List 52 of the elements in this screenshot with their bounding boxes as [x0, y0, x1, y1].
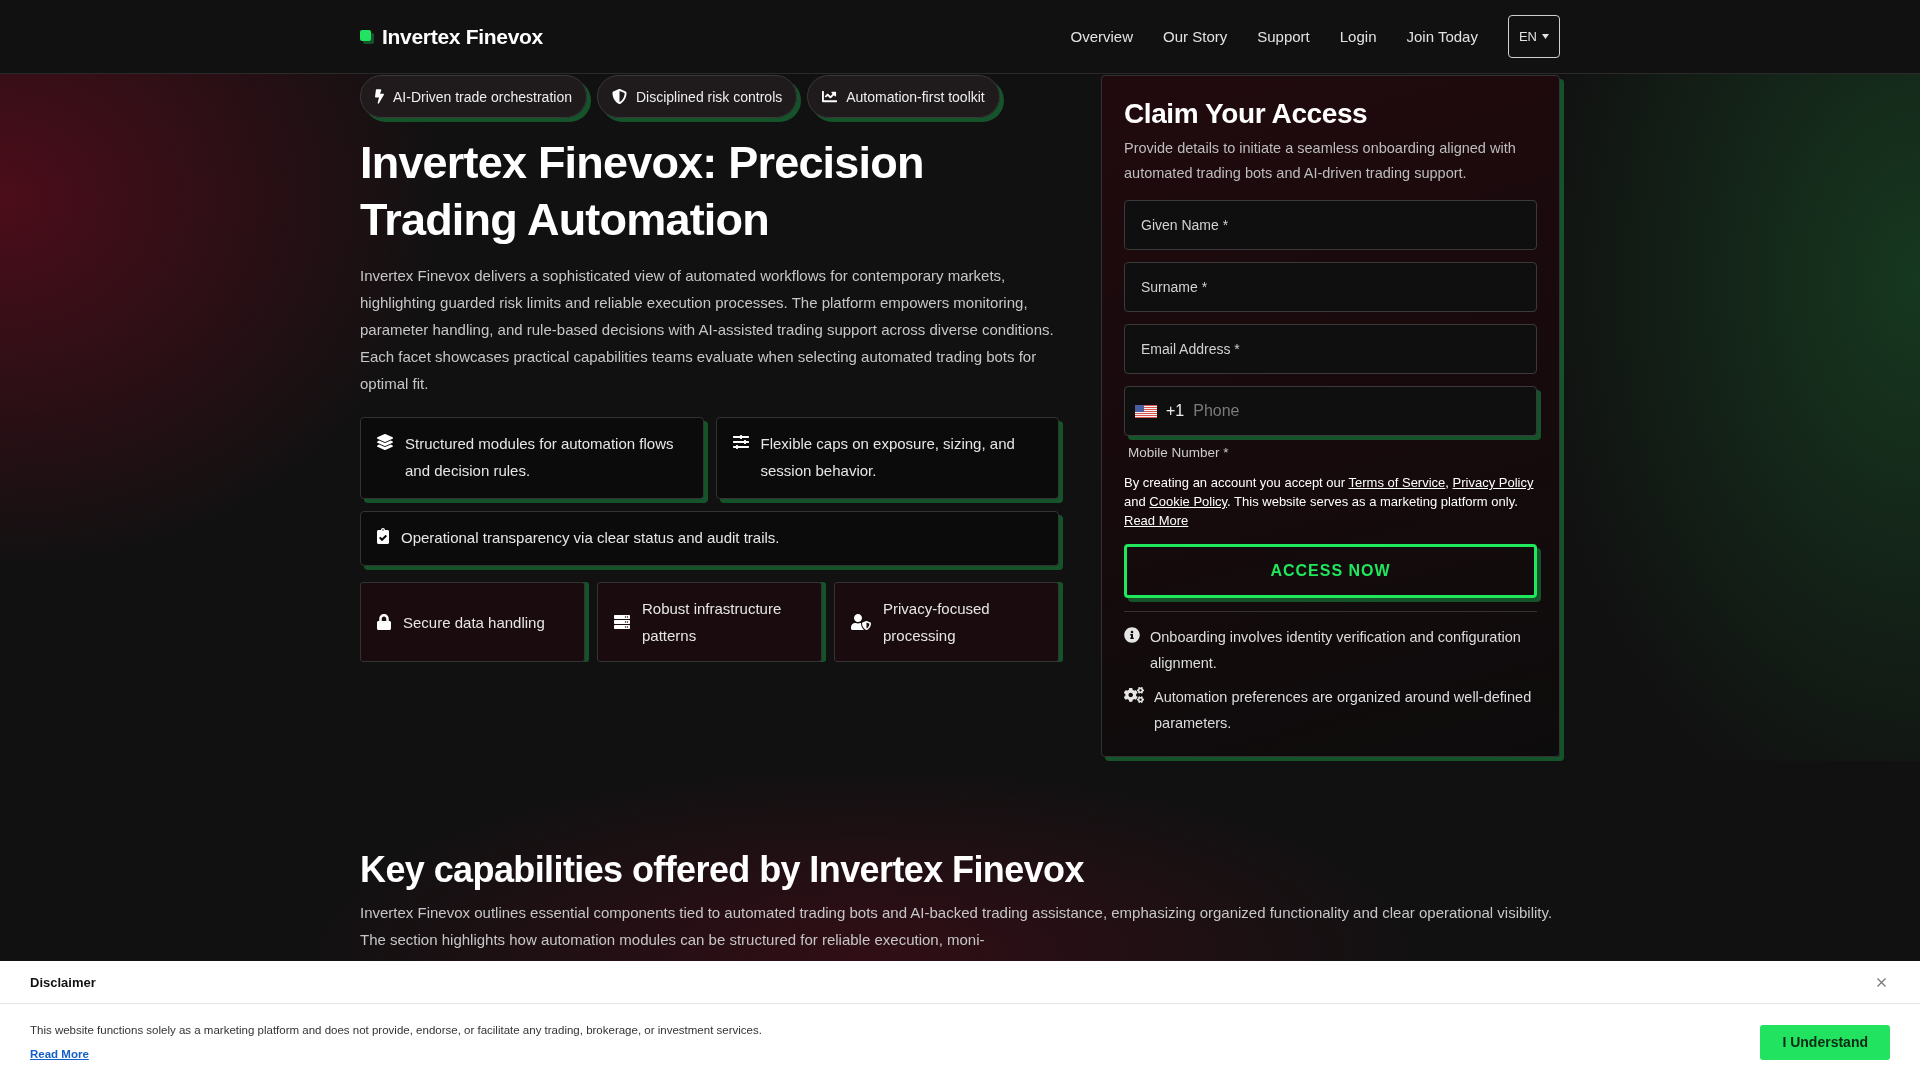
input-field[interactable]: Email Address * — [1124, 324, 1537, 374]
sliders-icon — [732, 434, 749, 450]
section-description: Invertex Finevox outlines essential components tied to automated trading bots and AI-backed trading assistance, emphasizing organized functionality and clear operational visibility. The section highlights how automation modules can be structured for reliable execution, moni- — [360, 903, 1554, 950]
nav-link[interactable]: Login — [1339, 28, 1377, 45]
bolt-icon — [375, 89, 384, 104]
feature-text: Flexible caps on exposure, sizing, and session behavior. — [760, 434, 1016, 481]
info-icon — [1124, 627, 1140, 643]
hero-title: Invertex Finevox: Precision Trading Automation — [360, 136, 925, 247]
close-icon — [1876, 977, 1886, 987]
highlight-text: Privacy-focused processing — [883, 599, 991, 646]
disclaimer-text: This website functions solely as a marketing platform and does not provide, endorse, or facilitate any trading, brokerage, or investment services. — [30, 1024, 762, 1036]
language-button[interactable]: EN — [1507, 15, 1560, 58]
note-text: Automation preferences are organized around well-defined parameters. — [1154, 688, 1533, 733]
read-more-link[interactable]: Read More — [30, 1048, 89, 1060]
nav-link[interactable]: Support — [1257, 28, 1310, 45]
note-text: Onboarding involves identity verification and configuration alignment. — [1150, 628, 1522, 673]
consent-text: By creating an account you accept our Terms of Service, Privacy Policy and Cookie Policy. This website serves as a marketing platform only. Read More — [1124, 474, 1535, 530]
highlight-text: Robust infrastructure patterns — [642, 599, 783, 646]
nav-link[interactable]: Join Today — [1406, 28, 1478, 45]
country-code: +1 — [1166, 402, 1185, 420]
phone-input[interactable]: Phone — [1193, 387, 1526, 435]
tag-label: AI-Driven trade orchestration — [393, 88, 572, 105]
feature-text: Structured modules for automation flows and decision rules. — [405, 434, 675, 481]
brand-name[interactable]: Invertex Finevox — [382, 24, 543, 49]
tag-label: Disciplined risk controls — [635, 88, 783, 105]
understand-button[interactable]: I Understand — [1760, 1024, 1890, 1060]
gears-icon — [1124, 687, 1144, 703]
shield-icon — [611, 89, 627, 104]
flag-icon — [1135, 404, 1157, 418]
form-title: Claim Your Access — [1124, 97, 1369, 131]
server-icon — [614, 614, 630, 630]
field-label: Mobile Number * — [1128, 445, 1230, 460]
logo-icon — [360, 29, 374, 44]
tag-label: Automation-first toolkit — [846, 88, 985, 105]
highlight-text: Secure data handling — [403, 612, 545, 633]
input-field[interactable]: Given Name * — [1124, 200, 1537, 250]
text-link[interactable]: Privacy Policy — [1452, 475, 1534, 490]
caret-icon — [1542, 34, 1549, 39]
layers-icon — [377, 434, 393, 450]
line-chart-icon — [822, 89, 838, 104]
hero-description: Invertex Finevox delivers a sophisticated view of automated workflows for contemporary markets, highlighting guarded risk limits and reliable execution processes. The platform empowers monitoring, parameter handling, and rule-based decisions with AI-assisted trading support across diverse conditions. Each facet showcases practical capabilities teams evaluate when selecting automated trading bots for optimal fit. — [360, 266, 1055, 394]
user-shield-icon — [851, 614, 871, 630]
nav-link[interactable]: Overview — [1070, 28, 1134, 45]
feature-text: Operational transparency via clear status and audit trails. — [401, 528, 780, 548]
clipboard-check-icon — [377, 528, 389, 544]
text-link[interactable]: Read More — [1124, 513, 1189, 528]
disclaimer-title: Disclaimer — [30, 974, 96, 990]
nav-link[interactable]: Our Story — [1163, 28, 1228, 45]
input-field[interactable]: Surname * — [1124, 262, 1537, 312]
section-title: Key capabilities offered by Invertex Finevox — [360, 848, 1085, 892]
lock-icon — [377, 614, 391, 630]
form-description: Provide details to initiate a seamless onboarding aligned with automated trading bots and AI-driven trading support. — [1124, 139, 1517, 183]
